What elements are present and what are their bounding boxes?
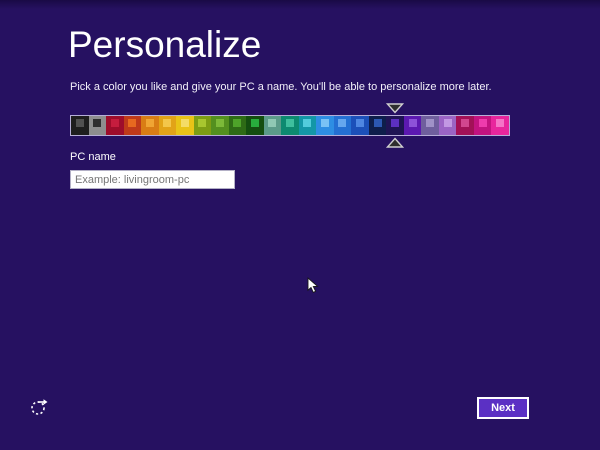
accent-square [163,119,171,127]
color-swatch-red-orange[interactable] [124,116,142,135]
accent-square [181,119,189,127]
accent-square [146,119,154,127]
accent-square [356,119,364,127]
pc-name-label: PC name [70,151,116,163]
accent-square [233,119,241,127]
accent-square [374,119,382,127]
accent-square [338,119,346,127]
accent-square [303,119,311,127]
personalize-screen: { "window": { "background_color": "#2611… [0,0,600,450]
accent-square [111,119,119,127]
next-button[interactable]: Next [477,397,529,419]
color-swatch-purple[interactable] [404,116,422,135]
triangle-up-icon [386,137,404,148]
color-swatch-forest-green[interactable] [246,116,264,135]
accent-square [93,119,101,127]
accent-square [496,119,504,127]
accent-square [426,119,434,127]
slider-marker-top[interactable] [386,103,404,114]
color-swatch-blue[interactable] [334,116,352,135]
color-swatch-row [71,116,509,135]
accent-square [321,119,329,127]
color-swatch-pink[interactable] [491,116,509,135]
color-swatch-black[interactable] [71,116,89,135]
ease-of-access-icon [29,398,49,418]
color-strip[interactable] [70,115,510,136]
color-swatch-navy[interactable] [369,116,387,135]
color-swatch-gray[interactable] [89,116,107,135]
accent-square [444,119,452,127]
color-swatch-sea-green[interactable] [264,116,282,135]
accent-square [251,119,259,127]
color-swatch-magenta[interactable] [474,116,492,135]
accent-square [461,119,469,127]
color-swatch-indigo[interactable] [386,116,404,135]
color-swatch-amber[interactable] [159,116,177,135]
color-swatch-dark-magenta[interactable] [456,116,474,135]
color-swatch-teal[interactable] [281,116,299,135]
color-swatch-sky-blue[interactable] [316,116,334,135]
color-swatch-yellow[interactable] [176,116,194,135]
ease-of-access-button[interactable] [29,398,49,418]
accent-square [268,119,276,127]
accent-square [479,119,487,127]
pc-name-input[interactable] [70,170,235,189]
accent-square [198,119,206,127]
color-swatch-dark-green[interactable] [229,116,247,135]
page-title: Personalize [68,24,261,66]
accent-square [409,119,417,127]
color-swatch-green[interactable] [211,116,229,135]
accent-square [286,119,294,127]
accent-square [216,119,224,127]
mouse-cursor [307,277,319,299]
subtitle-text: Pick a color you like and give your PC a… [70,81,550,93]
color-swatch-slate-purple[interactable] [421,116,439,135]
slider-marker-bottom[interactable] [386,137,404,148]
color-swatch-medium-blue[interactable] [351,116,369,135]
color-swatch-orange[interactable] [141,116,159,135]
accent-square [76,119,84,127]
color-swatch-dark-red[interactable] [106,116,124,135]
triangle-down-icon [386,103,404,114]
color-swatch-cyan[interactable] [299,116,317,135]
color-swatch-orchid[interactable] [439,116,457,135]
arrow-pointer-icon [307,277,319,294]
accent-square [391,119,399,127]
accent-square [128,119,136,127]
color-swatch-olive[interactable] [194,116,212,135]
